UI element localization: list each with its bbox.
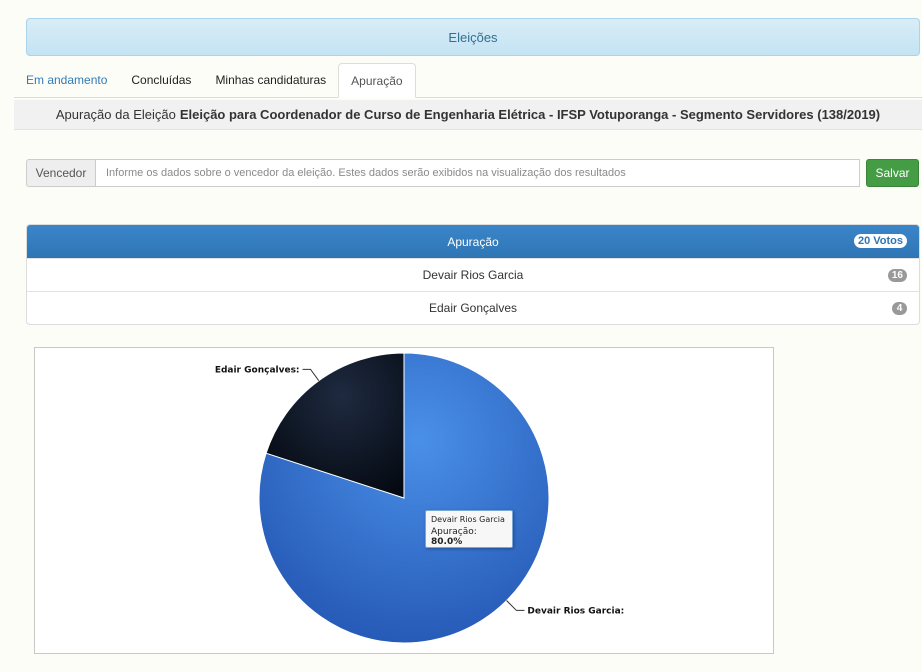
tooltip-name: Devair Rios Garcia (431, 515, 505, 524)
tab-concluidas[interactable]: Concluídas (119, 63, 203, 97)
tooltip-metric: Apuração (431, 527, 474, 537)
pie-leader-line (302, 368, 320, 381)
pie-slice-label: Devair Rios Garcia: (527, 606, 624, 616)
vote-count-badge: 16 (887, 269, 907, 282)
tooltip-value: 80.0% (431, 537, 463, 547)
total-votes-badge: 20 Votos (853, 234, 907, 248)
winner-label: Vencedor (26, 159, 96, 187)
candidate-name: Edair Gonçalves (428, 301, 518, 315)
pie-leader-line (506, 600, 525, 611)
candidate-name: Devair Rios Garcia (422, 268, 524, 282)
results-header: Apuração 20 Votos (27, 225, 919, 258)
results-panel: Apuração 20 Votos Devair Rios Garcia 16 … (26, 224, 920, 325)
result-row: Devair Rios Garcia 16 (27, 258, 919, 291)
results-header-label: Apuração (447, 234, 499, 249)
tab-em-andamento[interactable]: Em andamento (14, 63, 119, 97)
chart-tooltip: Devair Rios Garcia Apuração: 80.0% (425, 510, 513, 548)
vote-count-badge: 4 (892, 302, 907, 315)
pie-slice-label: Edair Gonçalves: (215, 365, 300, 375)
election-title-prefix: Apuração da Eleição (55, 107, 176, 122)
tab-minhas-candidaturas[interactable]: Minhas candidaturas (203, 63, 338, 97)
result-row: Edair Gonçalves 4 (27, 291, 919, 324)
pie-chart-svg: Devair Rios Garcia: Edair Gonçalves: (215, 352, 624, 644)
page-title: Eleições (448, 29, 498, 45)
tab-apuracao[interactable]: Apuração (338, 63, 416, 98)
save-button[interactable]: Salvar (866, 159, 919, 187)
tooltip-value-line: Apuração: 80.0% (431, 527, 477, 547)
winner-input[interactable] (96, 159, 860, 187)
pie-chart: Devair Rios Garcia: Edair Gonçalves: Deva… (34, 347, 774, 654)
winner-input-group: Vencedor (26, 159, 860, 187)
election-title: Eleição para Coordenador de Curso de Eng… (179, 107, 881, 122)
tab-bar: Em andamento Concluídas Minhas candidatu… (14, 63, 922, 98)
election-title-bar: Apuração da Eleição Eleição para Coorden… (14, 100, 922, 130)
page-header: Eleições (26, 18, 920, 56)
